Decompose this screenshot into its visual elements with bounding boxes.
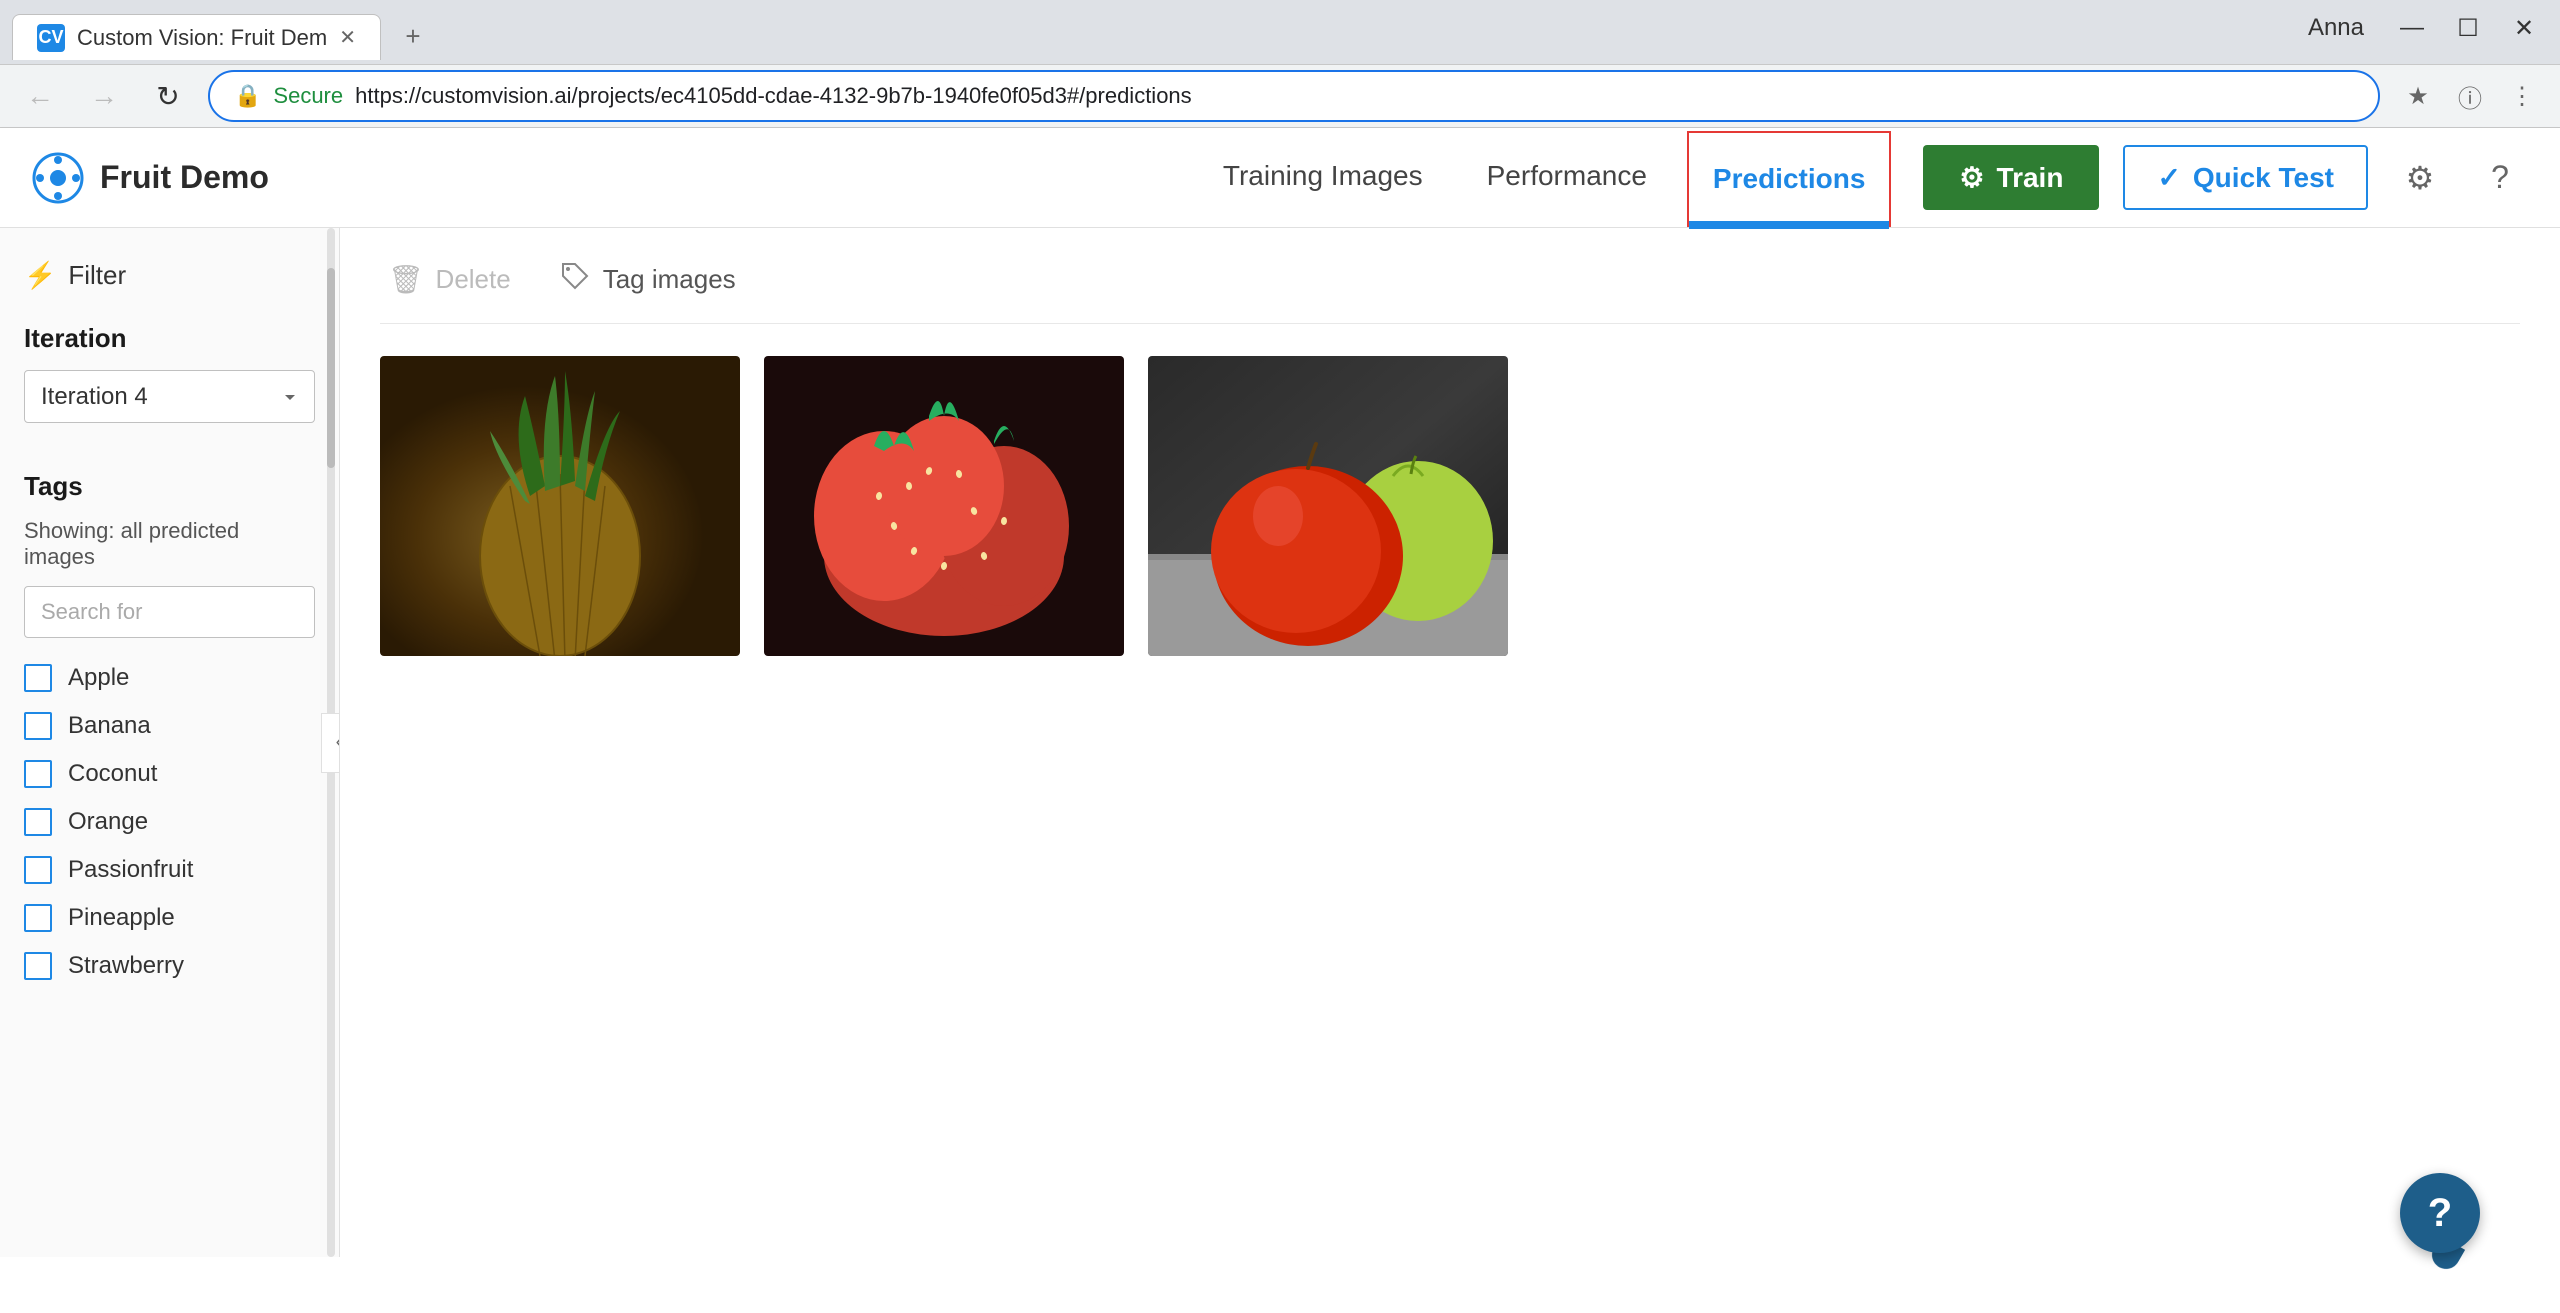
tag-label-passionfruit: Passionfruit <box>68 856 193 884</box>
app-title: Fruit Demo <box>100 159 269 196</box>
help-button[interactable]: ? <box>2472 150 2528 206</box>
iteration-label: Iteration <box>24 323 315 354</box>
tag-checkbox-apple[interactable] <box>24 664 52 692</box>
tag-label-coconut: Coconut <box>68 760 157 788</box>
trash-icon: 🗑 <box>388 263 424 296</box>
image-card-strawberry[interactable] <box>764 356 1124 656</box>
browser-menu-icon[interactable]: ⋮ <box>2500 74 2544 118</box>
user-name: Anna <box>2308 14 2364 42</box>
sidebar: ⚡ Filter Iteration Iteration 4 Tags Show… <box>0 228 340 1257</box>
images-grid <box>380 356 2520 656</box>
checkmark-icon: ✓ <box>2157 161 2180 194</box>
tag-label-orange: Orange <box>68 808 148 836</box>
predictions-underline <box>1689 221 1889 225</box>
tag-label-banana: Banana <box>68 712 151 740</box>
tag-checkbox-passionfruit[interactable] <box>24 856 52 884</box>
app-nav: Training Images Performance Predictions … <box>1199 128 2528 228</box>
tag-item-pineapple[interactable]: Pineapple <box>24 894 315 942</box>
app-logo-icon <box>32 152 84 204</box>
sidebar-collapse-button[interactable]: ‹ <box>321 713 340 773</box>
tag-item-apple[interactable]: Apple <box>24 654 315 702</box>
tag-item-passionfruit[interactable]: Passionfruit <box>24 846 315 894</box>
sidebar-scrollbar-thumb <box>327 268 335 468</box>
close-button[interactable]: ✕ <box>2500 4 2548 52</box>
tab-close-icon[interactable]: ✕ <box>339 25 356 50</box>
tag-images-button[interactable]: Tag images <box>551 252 744 307</box>
url-text: https://customvision.ai/projects/ec4105d… <box>355 83 2354 109</box>
back-button[interactable]: ← <box>16 72 64 120</box>
help-fab-button[interactable]: ? <box>2400 1173 2480 1253</box>
main-layout: ⚡ Filter Iteration Iteration 4 Tags Show… <box>0 228 2560 1257</box>
tag-label-pineapple: Pineapple <box>68 904 175 932</box>
image-card-pineapple[interactable] <box>380 356 740 656</box>
forward-button[interactable]: → <box>80 72 128 120</box>
tag-checkbox-banana[interactable] <box>24 712 52 740</box>
secure-label: Secure <box>273 83 343 109</box>
tag-search-input[interactable] <box>24 586 315 638</box>
tag-checkbox-pineapple[interactable] <box>24 904 52 932</box>
address-actions: ★ ⓘ ⋮ <box>2396 74 2544 118</box>
tab-predictions[interactable]: Predictions <box>1687 131 1891 227</box>
info-icon[interactable]: ⓘ <box>2448 74 2492 118</box>
tag-checkbox-strawberry[interactable] <box>24 952 52 980</box>
tab-label: Custom Vision: Fruit Dem <box>77 25 327 51</box>
quick-test-button[interactable]: ✓ Quick Test <box>2123 145 2368 210</box>
title-bar: CV Custom Vision: Fruit Dem ✕ + Anna — ☐… <box>0 0 2560 64</box>
tag-label-strawberry: Strawberry <box>68 952 184 980</box>
browser-tab[interactable]: CV Custom Vision: Fruit Dem ✕ <box>12 14 381 60</box>
secure-lock-icon: 🔒 <box>234 83 261 109</box>
tag-icon <box>559 260 591 299</box>
tags-section: Tags Showing: all predicted images Apple… <box>24 463 315 990</box>
address-bar[interactable]: 🔒 Secure https://customvision.ai/project… <box>208 70 2380 122</box>
tag-item-strawberry[interactable]: Strawberry <box>24 942 315 990</box>
delete-button[interactable]: 🗑 Delete <box>380 255 519 304</box>
filter-header[interactable]: ⚡ Filter <box>24 260 315 291</box>
tag-checkbox-orange[interactable] <box>24 808 52 836</box>
tab-predictions-wrapper: Predictions <box>1687 129 1891 227</box>
tab-training-images[interactable]: Training Images <box>1199 128 1447 228</box>
minimize-button[interactable]: — <box>2388 4 2436 52</box>
train-button[interactable]: ⚙ Train <box>1923 145 2099 210</box>
address-bar-row: ← → ↻ 🔒 Secure https://customvision.ai/p… <box>0 64 2560 128</box>
tag-item-orange[interactable]: Orange <box>24 798 315 846</box>
image-card-apple[interactable] <box>1148 356 1508 656</box>
filter-icon: ⚡ <box>24 260 56 291</box>
settings-button[interactable]: ⚙ <box>2392 150 2448 206</box>
tags-label: Tags <box>24 471 315 502</box>
action-bar: 🗑 Delete Tag images <box>380 252 2520 324</box>
tags-list: Apple Banana Coconut Orange Passionfruit <box>24 654 315 990</box>
app-logo: Fruit Demo <box>32 152 269 204</box>
tag-search-wrap <box>24 586 315 638</box>
tag-item-coconut[interactable]: Coconut <box>24 750 315 798</box>
iteration-select[interactable]: Iteration 4 <box>24 370 315 423</box>
app-header: Fruit Demo Training Images Performance P… <box>0 128 2560 228</box>
tab-performance[interactable]: Performance <box>1463 128 1671 228</box>
train-gear-icon: ⚙ <box>1959 161 1984 194</box>
filter-label: Filter <box>68 260 126 291</box>
tag-checkbox-coconut[interactable] <box>24 760 52 788</box>
maximize-button[interactable]: ☐ <box>2444 4 2492 52</box>
reload-button[interactable]: ↻ <box>144 72 192 120</box>
tag-item-banana[interactable]: Banana <box>24 702 315 750</box>
new-tab-button[interactable]: + <box>389 12 437 60</box>
tag-label-apple: Apple <box>68 664 129 692</box>
bookmark-icon[interactable]: ★ <box>2396 74 2440 118</box>
tags-showing-text: Showing: all predicted images <box>24 518 315 570</box>
tab-favicon: CV <box>37 24 65 52</box>
browser-chrome: CV Custom Vision: Fruit Dem ✕ + Anna — ☐… <box>0 0 2560 128</box>
content-area: 🗑 Delete Tag images <box>340 228 2560 1257</box>
